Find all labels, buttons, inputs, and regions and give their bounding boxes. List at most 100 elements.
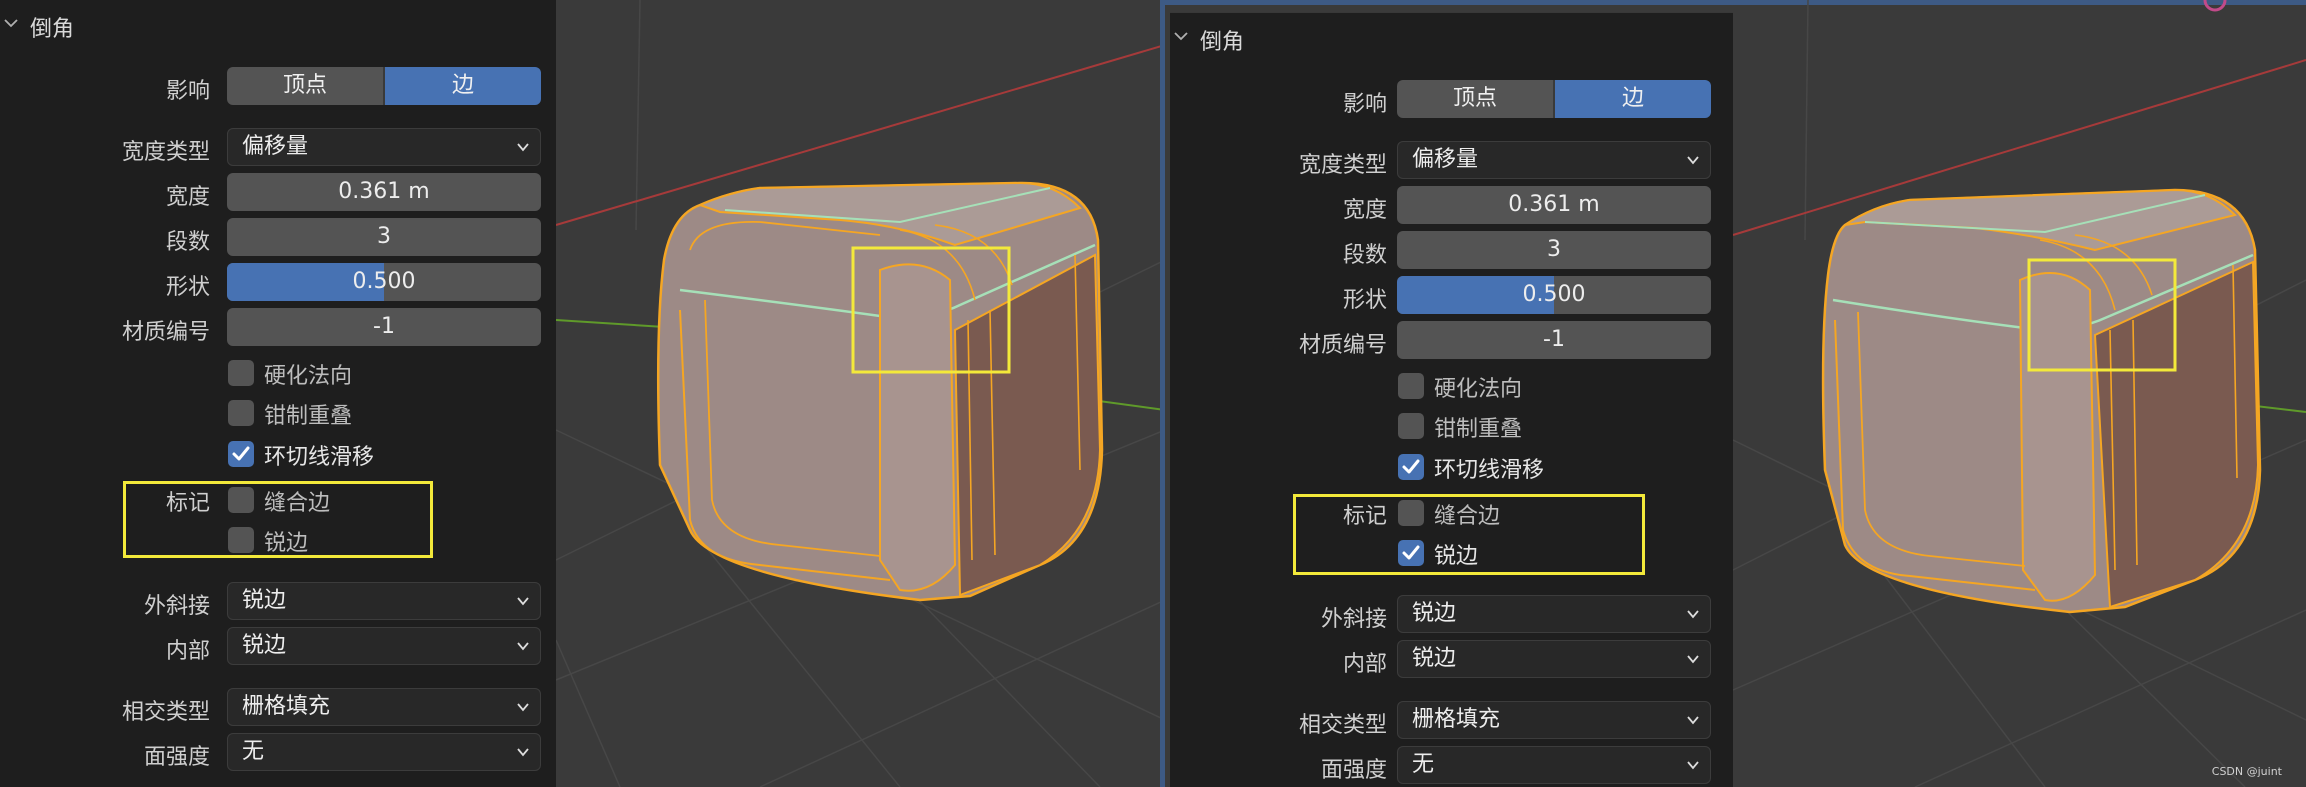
material-index-row: 材质编号 -1 (0, 308, 556, 348)
chevron-down-icon[interactable] (1174, 29, 1188, 43)
miter-inner-dropdown[interactable]: 锐边 (227, 627, 541, 665)
miter-outer-row: 外斜接 锐边 (0, 582, 556, 622)
segments-field[interactable]: 3 (227, 218, 541, 256)
segments-row: 段数 3 (0, 218, 556, 258)
affect-row: 影响 顶点 边 (1170, 80, 1733, 120)
affect-toggle: 顶点 边 (227, 67, 541, 105)
segments-label: 段数 (1342, 243, 1387, 268)
panel-title: 倒角 (1200, 30, 1245, 55)
clamp-overlap-checkbox[interactable] (1398, 413, 1424, 439)
highlight-box-mark (1293, 494, 1645, 575)
checkmark-icon (232, 446, 250, 461)
left-screenshot: 倒角 影响 顶点 边 宽度类型 偏移量 宽度 0.361 m 段数 3 形状 0… (0, 0, 1165, 787)
intersection-type-value: 栅格填充 (242, 694, 331, 719)
loop-slide-label: 环切线滑移 (1434, 458, 1545, 483)
width-type-label: 宽度类型 (1298, 153, 1387, 178)
width-type-dropdown[interactable]: 偏移量 (227, 128, 541, 166)
chevron-down-icon[interactable] (4, 16, 18, 30)
intersection-type-row: 相交类型 栅格填充 (0, 688, 556, 728)
clamp-overlap-label: 钳制重叠 (264, 404, 353, 429)
chevron-down-icon (1687, 761, 1699, 770)
width-row: 宽度 0.361 m (0, 173, 556, 213)
face-strength-label: 面强度 (1320, 758, 1387, 783)
affect-label: 影响 (165, 79, 210, 104)
panel-header[interactable]: 倒角 (1170, 13, 1733, 63)
width-label: 宽度 (165, 185, 210, 210)
shape-label: 形状 (1342, 288, 1387, 313)
width-type-row: 宽度类型 偏移量 (0, 128, 556, 168)
miter-inner-row: 内部 锐边 (1170, 640, 1733, 680)
loop-slide-checkbox[interactable] (228, 441, 254, 467)
width-row: 宽度 0.361 m (1170, 186, 1733, 226)
bevel-operator-panel: 倒角 影响 顶点 边 宽度类型 偏移量 宽度 0.361 m 段数 3 形状 0… (0, 0, 556, 787)
chevron-down-icon (517, 642, 529, 651)
miter-inner-value: 锐边 (1412, 646, 1457, 671)
harden-normals-label: 硬化法向 (264, 364, 353, 389)
panel-header[interactable]: 倒角 (0, 0, 556, 50)
harden-normals-checkbox[interactable] (228, 360, 254, 386)
width-type-row: 宽度类型 偏移量 (1170, 141, 1733, 181)
loop-slide-checkbox[interactable] (1398, 454, 1424, 480)
material-index-label: 材质编号 (121, 320, 210, 345)
chevron-down-icon (517, 597, 529, 606)
miter-inner-row: 内部 锐边 (0, 627, 556, 667)
width-field[interactable]: 0.361 m (227, 173, 541, 211)
harden-normals-checkbox[interactable] (1398, 373, 1424, 399)
width-type-value: 偏移量 (242, 134, 309, 159)
chevron-down-icon (1687, 610, 1699, 619)
beveled-cube[interactable] (1821, 188, 2262, 614)
affect-toggle: 顶点 边 (1397, 80, 1711, 118)
segments-field[interactable]: 3 (1397, 231, 1711, 269)
material-index-row: 材质编号 -1 (1170, 321, 1733, 361)
face-strength-dropdown[interactable]: 无 (227, 733, 541, 771)
miter-inner-label: 内部 (1342, 652, 1387, 677)
miter-outer-dropdown[interactable]: 锐边 (227, 582, 541, 620)
face-strength-dropdown[interactable]: 无 (1397, 746, 1711, 784)
clamp-overlap-checkbox[interactable] (228, 400, 254, 426)
segments-row: 段数 3 (1170, 231, 1733, 271)
chevron-down-icon (1687, 156, 1699, 165)
affect-vertices-button[interactable]: 顶点 (227, 67, 385, 105)
width-type-label: 宽度类型 (121, 140, 210, 165)
face-strength-row: 面强度 无 (1170, 746, 1733, 786)
checkmark-icon (1402, 459, 1420, 474)
affect-edges-button[interactable]: 边 (1555, 80, 1711, 118)
miter-outer-label: 外斜接 (1320, 607, 1387, 632)
chevron-down-icon (517, 748, 529, 757)
material-index-field[interactable]: -1 (227, 308, 541, 346)
intersection-type-value: 栅格填充 (1412, 707, 1501, 732)
width-field[interactable]: 0.361 m (1397, 186, 1711, 224)
segments-label: 段数 (165, 230, 210, 255)
watermark: CSDN @juint (2212, 765, 2283, 778)
miter-outer-label: 外斜接 (143, 594, 210, 619)
shape-slider[interactable]: 0.500 (1397, 276, 1711, 314)
intersection-type-dropdown[interactable]: 栅格填充 (227, 688, 541, 726)
shape-slider[interactable]: 0.500 (227, 263, 541, 301)
material-index-field[interactable]: -1 (1397, 321, 1711, 359)
width-type-dropdown[interactable]: 偏移量 (1397, 141, 1711, 179)
affect-vertices-button[interactable]: 顶点 (1397, 80, 1555, 118)
chevron-down-icon (517, 143, 529, 152)
harden-normals-label: 硬化法向 (1434, 377, 1523, 402)
width-label: 宽度 (1342, 198, 1387, 223)
miter-inner-value: 锐边 (242, 633, 287, 658)
miter-inner-label: 内部 (165, 639, 210, 664)
face-strength-row: 面强度 无 (0, 733, 556, 773)
beveled-cube[interactable] (656, 181, 1104, 602)
material-index-label: 材质编号 (1298, 333, 1387, 358)
miter-outer-value: 锐边 (242, 588, 287, 613)
intersection-type-row: 相交类型 栅格填充 (1170, 701, 1733, 741)
shape-label: 形状 (165, 275, 210, 300)
face-strength-value: 无 (242, 739, 265, 764)
bevel-operator-panel: 倒角 影响 顶点 边 宽度类型 偏移量 宽度 0.361 m 段数 3 形状 0… (1170, 12, 1733, 787)
face-strength-value: 无 (1412, 752, 1435, 777)
shape-row: 形状 0.500 (0, 263, 556, 303)
intersection-type-dropdown[interactable]: 栅格填充 (1397, 701, 1711, 739)
shape-value: 0.500 (352, 269, 416, 294)
affect-edges-button[interactable]: 边 (385, 67, 541, 105)
miter-outer-dropdown[interactable]: 锐边 (1397, 595, 1711, 633)
shape-row: 形状 0.500 (1170, 276, 1733, 316)
width-type-value: 偏移量 (1412, 147, 1479, 172)
affect-label: 影响 (1342, 92, 1387, 117)
miter-inner-dropdown[interactable]: 锐边 (1397, 640, 1711, 678)
